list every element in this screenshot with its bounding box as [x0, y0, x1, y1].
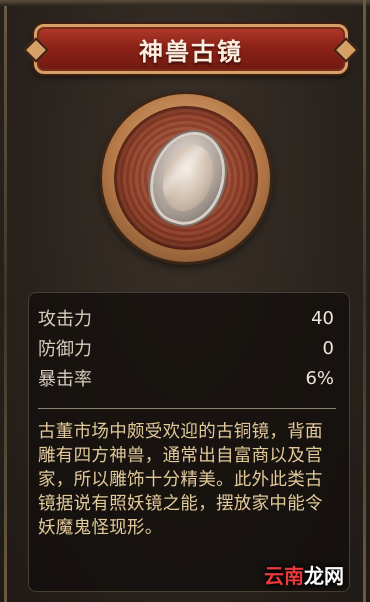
medallion-inner-plate — [114, 106, 258, 250]
banner-right-ornament — [333, 37, 359, 63]
watermark-prefix: 云南 — [264, 564, 304, 588]
stat-row-attack: 攻击力 40 — [38, 304, 334, 332]
item-icon-medallion — [102, 94, 270, 262]
panel-top-rim — [0, 0, 370, 6]
stat-row-crit-rate: 暴击率 6% — [38, 364, 334, 392]
stat-value: 0 — [322, 337, 334, 359]
banner-left-ornament — [23, 37, 49, 63]
bronze-mirror-icon — [143, 125, 233, 231]
stat-label: 攻击力 — [38, 309, 92, 330]
item-description: 古董市场中颇受欢迎的古铜镜，背面雕有四方神兽，通常出自富商以及官家，所以雕饰十分… — [38, 422, 323, 538]
mirror-face — [154, 138, 222, 218]
stat-value: 6% — [305, 367, 334, 389]
stat-row-defense: 防御力 0 — [38, 334, 334, 362]
stats-divider — [38, 408, 336, 409]
item-title: 神兽古镜 — [139, 37, 243, 66]
stat-label: 防御力 — [38, 339, 92, 360]
item-stats-box: 攻击力 40 防御力 0 暴击率 6% 古董市场中颇受欢迎的古铜镜，背面雕有四方… — [28, 292, 350, 592]
item-tooltip-panel: 神兽古镜 攻击力 40 防御力 0 暴击率 6% 古董市场中颇受欢迎的古铜镜，背… — [0, 0, 370, 602]
watermark-suffix: 龙网 — [304, 564, 344, 588]
stat-label: 暴击率 — [38, 369, 92, 390]
item-title-banner: 神兽古镜 — [23, 24, 359, 74]
site-watermark: 云南龙网 — [264, 560, 344, 589]
stat-value: 40 — [311, 307, 334, 329]
